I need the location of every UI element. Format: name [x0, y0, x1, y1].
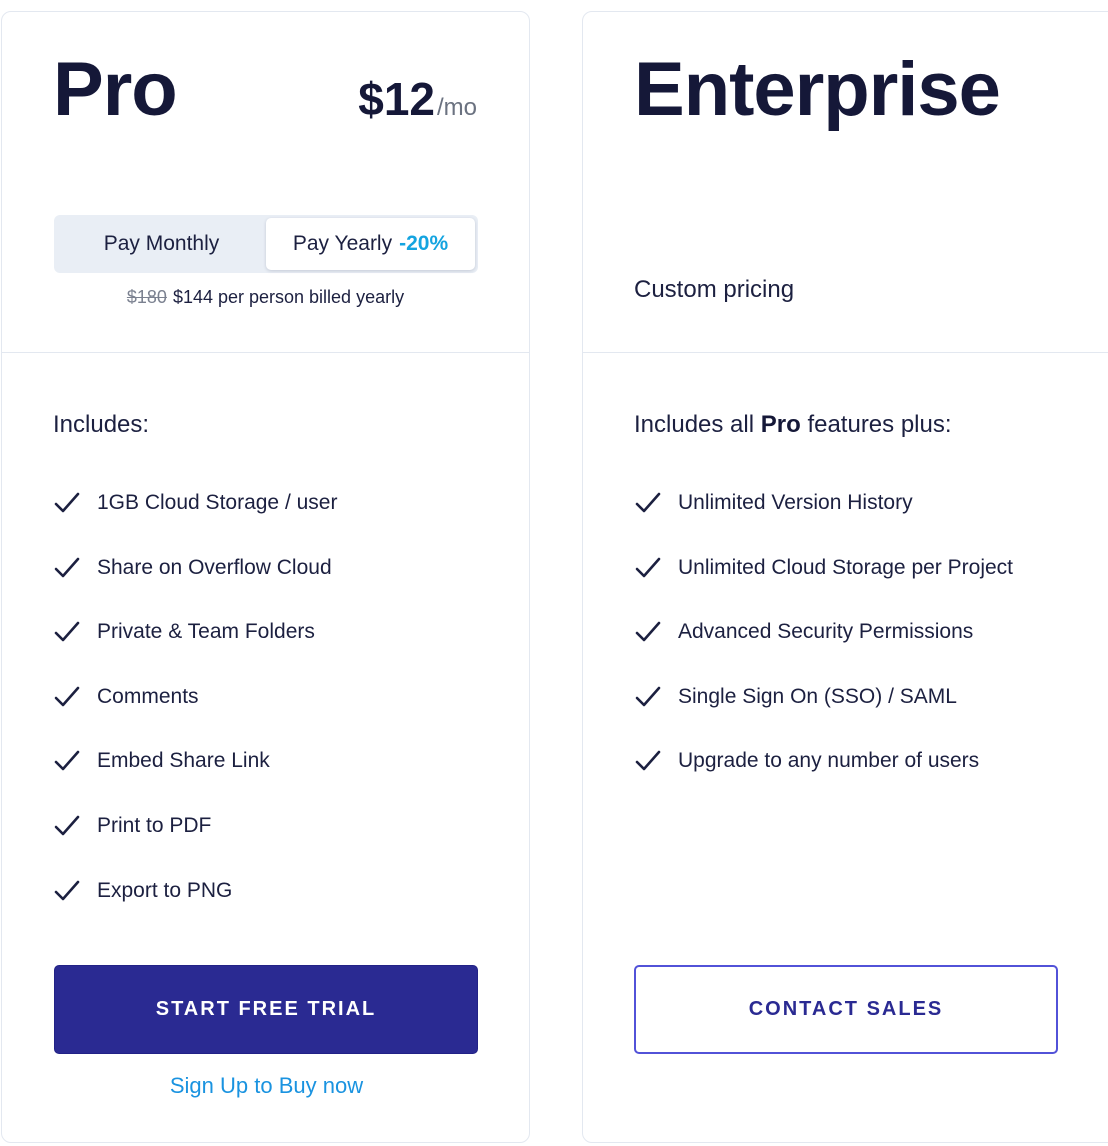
feature-item: Advanced Security Permissions	[634, 620, 1013, 685]
feature-item: Upgrade to any number of users	[634, 749, 1013, 814]
check-icon	[53, 814, 83, 840]
feature-label: Advanced Security Permissions	[678, 620, 974, 644]
check-icon	[53, 685, 83, 711]
includes-suffix: features plus:	[807, 411, 952, 438]
plan-name: Pro	[53, 47, 178, 132]
includes-label: Includes all Pro features plus:	[634, 411, 952, 439]
pay-monthly-label: Pay Monthly	[103, 232, 220, 255]
feature-label: Single Sign On (SSO) / SAML	[678, 684, 957, 708]
feature-label: Comments	[97, 684, 199, 708]
feature-label: Print to PDF	[97, 813, 212, 837]
includes-plan-name: Pro	[760, 411, 801, 438]
feature-item: Share on Overflow Cloud	[53, 556, 337, 621]
check-icon	[634, 620, 664, 646]
feature-label: Export to PNG	[97, 878, 233, 902]
feature-item: Export to PNG	[53, 879, 337, 944]
pay-yearly-option[interactable]: Pay Yearly -20%	[266, 218, 475, 270]
feature-label: Upgrade to any number of users	[678, 749, 980, 773]
enterprise-feature-list: Unlimited Version History Unlimited Clou…	[634, 491, 1013, 814]
enterprise-plan-card: Enterprise Custom pricing Includes all P…	[582, 11, 1108, 1143]
feature-label: Embed Share Link	[97, 749, 270, 773]
feature-label: Unlimited Cloud Storage per Project	[678, 555, 1013, 579]
price-amount: $12	[358, 73, 435, 125]
pay-yearly-label: Pay Yearly	[292, 232, 393, 255]
plan-price: $12/mo	[358, 76, 477, 122]
feature-label: 1GB Cloud Storage / user	[97, 491, 338, 514]
feature-label: Share on Overflow Cloud	[97, 555, 332, 579]
check-icon	[634, 749, 664, 775]
enterprise-plan-header: Enterprise Custom pricing	[583, 12, 1108, 353]
feature-item: 1GB Cloud Storage / user	[53, 491, 337, 556]
yearly-discount-badge: -20%	[399, 232, 449, 255]
pro-plan-card: Pro $12/mo Pay Monthly Pay Yearly -20% $…	[1, 11, 530, 1143]
feature-item: Unlimited Version History	[634, 491, 1013, 556]
billing-toggle: Pay Monthly Pay Yearly -20%	[54, 215, 478, 273]
check-icon	[53, 556, 83, 582]
check-icon	[53, 491, 83, 517]
feature-label: Private & Team Folders	[97, 620, 315, 644]
check-icon	[53, 620, 83, 646]
custom-pricing-text: Custom pricing	[634, 276, 795, 303]
check-icon	[634, 685, 664, 711]
plan-name: Enterprise	[634, 47, 1001, 132]
pro-plan-header: Pro $12/mo Pay Monthly Pay Yearly -20% $…	[2, 12, 529, 353]
includes-prefix: Includes all	[634, 411, 755, 438]
contact-sales-button[interactable]: CONTACT SALES	[634, 965, 1058, 1054]
start-free-trial-button[interactable]: START FREE TRIAL	[54, 965, 478, 1054]
check-icon	[634, 556, 664, 582]
sign-up-to-buy-link[interactable]: Sign Up to Buy now	[2, 1073, 531, 1099]
feature-item: Unlimited Cloud Storage per Project	[634, 556, 1013, 621]
feature-item: Private & Team Folders	[53, 620, 337, 685]
feature-item: Comments	[53, 685, 337, 750]
old-price: $180	[126, 287, 167, 307]
pro-feature-list: 1GB Cloud Storage / user Share on Overfl…	[53, 491, 337, 943]
check-icon	[53, 749, 83, 775]
price-period: /mo	[436, 94, 477, 121]
pay-monthly-option[interactable]: Pay Monthly	[57, 218, 266, 270]
includes-label: Includes:	[53, 411, 150, 438]
feature-item: Print to PDF	[53, 814, 337, 879]
new-price-text: $144 per person billed yearly	[172, 287, 405, 307]
check-icon	[634, 491, 664, 517]
check-icon	[53, 879, 83, 905]
feature-item: Embed Share Link	[53, 749, 337, 814]
feature-label: Unlimited Version History	[678, 491, 913, 514]
billing-note: $180 $144 per person billed yearly	[2, 287, 529, 308]
feature-item: Single Sign On (SSO) / SAML	[634, 685, 1013, 750]
